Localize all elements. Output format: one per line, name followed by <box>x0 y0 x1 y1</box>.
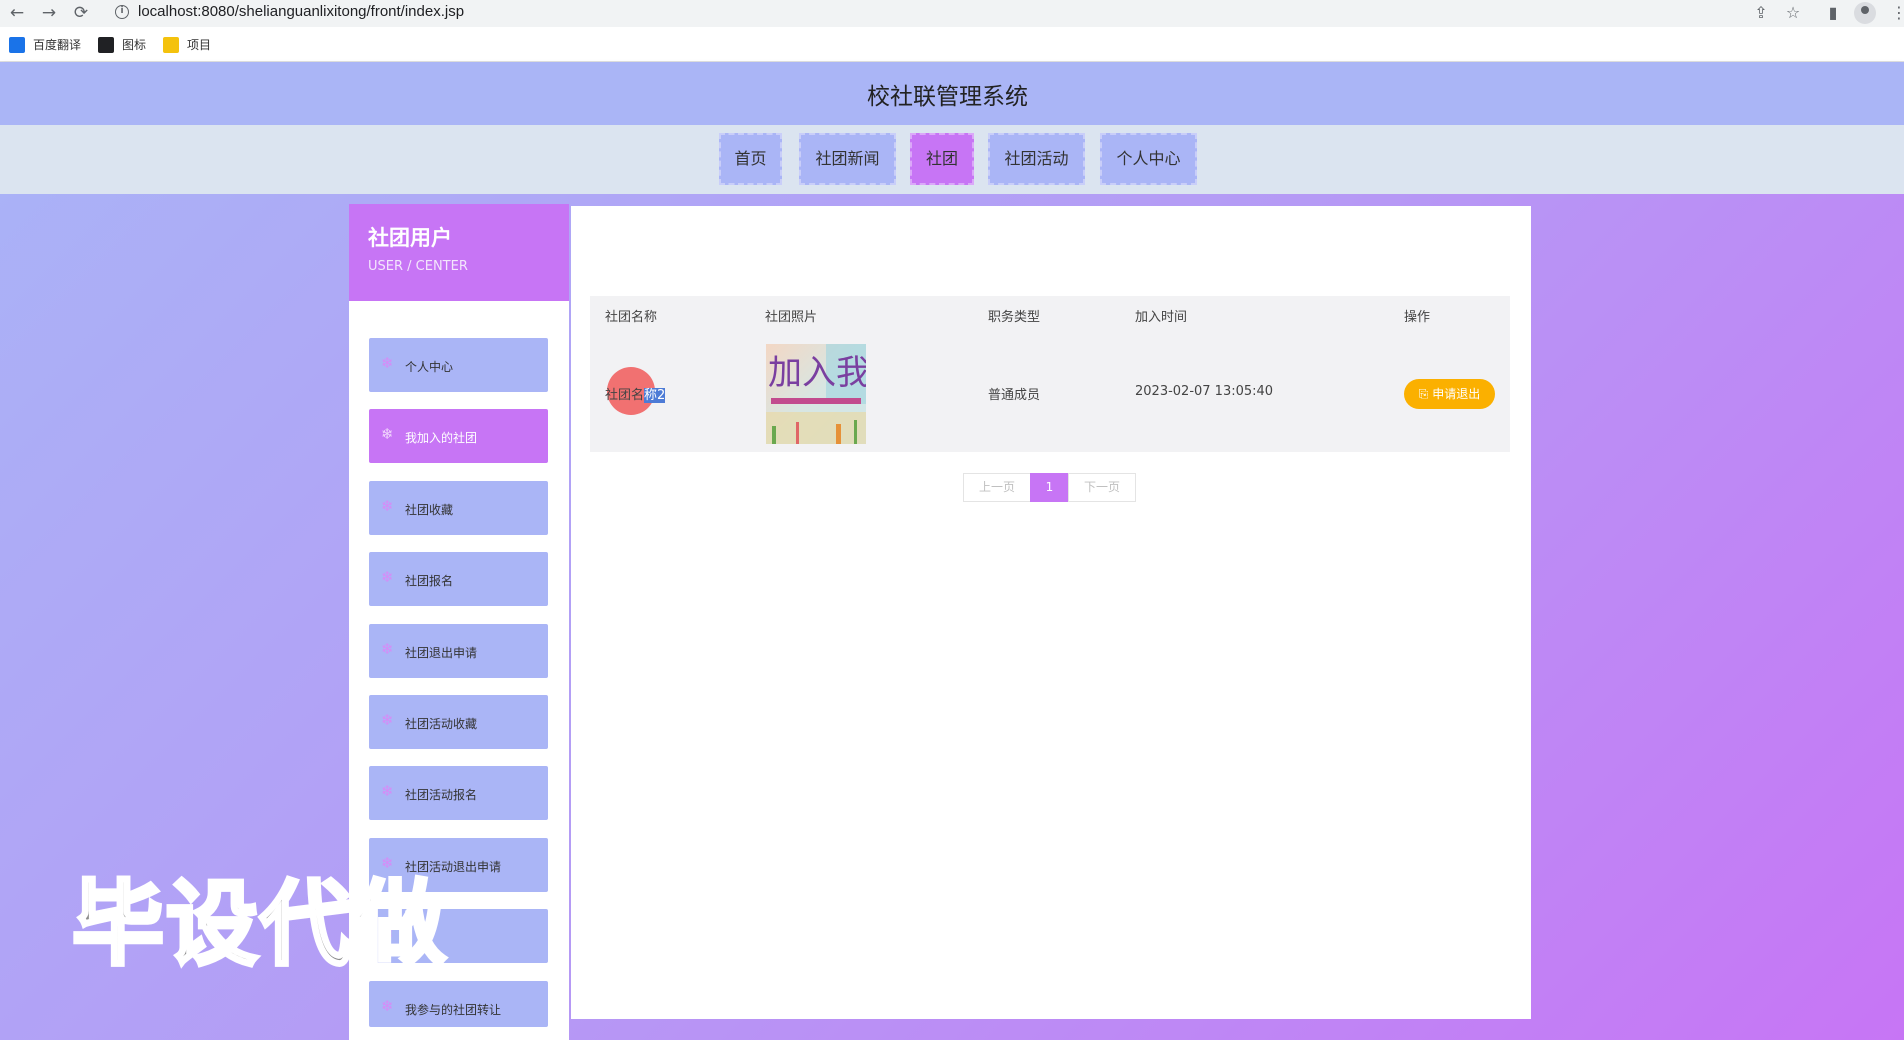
nav-club-news[interactable]: 社团新闻 <box>799 133 896 185</box>
table-header <box>590 296 1510 332</box>
column-header: 职务类型 <box>988 310 1041 325</box>
role-cell: 普通成员 <box>988 388 1041 403</box>
nav-club-activities[interactable]: 社团活动 <box>988 133 1085 185</box>
sidebar-item-label: 我参与的社团转让 <box>405 1003 502 1017</box>
folder-icon <box>163 36 179 53</box>
bookmarks-bar: 百度翻译 图标 项目 <box>0 27 1904 62</box>
snowflake-icon: ❄ <box>381 497 394 515</box>
image-icon <box>98 36 114 53</box>
site-title: 校社联管理系统 <box>867 84 1028 110</box>
sidebar-item-label: 社团活动报名 <box>405 788 478 802</box>
column-header: 加入时间 <box>1135 310 1188 325</box>
prev-page-button[interactable]: 上一页 <box>963 473 1031 502</box>
snowflake-icon: ❄ <box>381 782 394 800</box>
site-info-icon[interactable]: i <box>115 5 129 19</box>
snowflake-icon: ❄ <box>381 711 394 729</box>
club-name-cell[interactable]: 社团名称2 <box>605 384 666 403</box>
browser-toolbar: ← → ⟳ i localhost:8080/shelianguanlixito… <box>0 0 1904 27</box>
sidebar-header: 社团用户 USER / CENTER <box>349 204 569 301</box>
share-icon[interactable]: ⇪ <box>1750 3 1772 22</box>
sidebar-item-club-signup[interactable]: ❄ 社团报名 <box>369 552 548 606</box>
sidebar-item-my-clubs[interactable]: ❄ 我加入的社团 <box>369 409 548 463</box>
sidebar-item-personal-center[interactable]: ❄ 个人中心 <box>369 338 548 392</box>
nav-home[interactable]: 首页 <box>719 133 782 185</box>
table-row <box>590 332 1510 452</box>
sidebar-item-label: 社团退出申请 <box>405 646 478 660</box>
back-arrow-icon[interactable]: ← <box>6 2 28 24</box>
exit-icon: ⎘ <box>1418 387 1433 401</box>
sidebar-item-label: 社团活动收藏 <box>405 717 478 731</box>
sidebar-item-label: 社团报名 <box>405 574 454 588</box>
star-icon[interactable]: ☆ <box>1782 3 1804 22</box>
joined-time-cell: 2023-02-07 13:05:40 <box>1135 384 1274 399</box>
club-name-selected: 称2 <box>644 388 666 403</box>
sidebar-item-club-transfer[interactable]: ❄ 我参与的社团转让 <box>369 981 548 1027</box>
sidebar-item-club-favorites[interactable]: ❄ 社团收藏 <box>369 481 548 535</box>
side-panel-icon[interactable]: ▮ <box>1822 3 1844 22</box>
next-page-button[interactable]: 下一页 <box>1068 473 1136 502</box>
snowflake-icon: ❄ <box>381 640 394 658</box>
sidebar-title: 社团用户 <box>368 226 452 250</box>
sidebar-item-club-exit-request[interactable]: ❄ 社团退出申请 <box>369 624 548 678</box>
apply-exit-button[interactable]: ⎘ 申请退出 <box>1404 379 1495 409</box>
snowflake-icon: ❄ <box>381 425 394 443</box>
apply-exit-label: 申请退出 <box>1432 387 1481 401</box>
club-name-text: 社团名 <box>605 388 645 403</box>
bookmark-label: 项目 <box>187 38 212 52</box>
photo-caption: 加入我们 <box>768 353 866 393</box>
nav-clubs[interactable]: 社团 <box>910 133 974 185</box>
page-1-button[interactable]: 1 <box>1030 473 1069 502</box>
bookmark-item[interactable]: 项目 <box>163 36 211 53</box>
nav-personal-center[interactable]: 个人中心 <box>1100 133 1197 185</box>
watermark: 毕设代做 <box>70 869 449 980</box>
sidebar-item-label: 社团收藏 <box>405 503 454 517</box>
profile-avatar-icon[interactable] <box>1854 2 1876 24</box>
snowflake-icon: ❄ <box>381 354 394 372</box>
snowflake-icon: ❄ <box>381 568 394 586</box>
site-header: 校社联管理系统 <box>0 62 1904 125</box>
sidebar-item-activity-favorites[interactable]: ❄ 社团活动收藏 <box>369 695 548 749</box>
sidebar-item-label: 我加入的社团 <box>405 431 478 445</box>
club-photo[interactable]: 加入我们 <box>766 344 866 444</box>
column-header: 社团名称 <box>605 310 658 325</box>
bookmark-label: 图标 <box>122 38 147 52</box>
translate-icon <box>9 36 25 53</box>
bookmark-item[interactable]: 百度翻译 <box>9 36 81 53</box>
reload-icon[interactable]: ⟳ <box>70 2 92 24</box>
sidebar-item-activity-signup[interactable]: ❄ 社团活动报名 <box>369 766 548 820</box>
menu-dots-icon[interactable]: ⋮ <box>1888 3 1904 22</box>
column-header: 社团照片 <box>765 310 818 325</box>
bookmark-item[interactable]: 图标 <box>98 36 146 53</box>
bookmark-label: 百度翻译 <box>33 38 82 52</box>
column-header: 操作 <box>1404 310 1431 325</box>
forward-arrow-icon[interactable]: → <box>38 2 60 24</box>
url-text[interactable]: localhost:8080/shelianguanlixitong/front… <box>138 3 464 20</box>
club-photo-image: 加入我们 <box>766 344 866 444</box>
sidebar-item-label: 个人中心 <box>405 360 454 374</box>
snowflake-icon: ❄ <box>381 997 394 1015</box>
sidebar-subtitle: USER / CENTER <box>368 259 468 274</box>
